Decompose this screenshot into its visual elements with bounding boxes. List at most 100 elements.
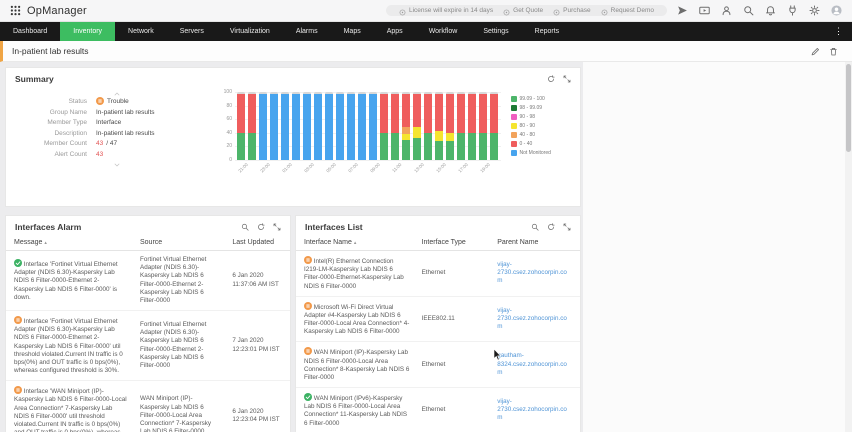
stacked-bar[interactable]	[490, 92, 498, 160]
bar-segment-red	[424, 94, 432, 133]
stacked-bar[interactable]	[424, 92, 432, 160]
alarm-row[interactable]: Interface 'WAN Miniport (IP)-Kaspersky L…	[6, 381, 290, 432]
nav-item-dashboard[interactable]: Dashboard	[0, 22, 60, 41]
severity-trouble-icon	[304, 347, 312, 356]
nav-item-reports[interactable]: Reports	[522, 22, 573, 41]
alarm-updated: 7 Jan 2020 12:23:01 PM IST	[232, 337, 280, 353]
interface-row[interactable]: WAN Miniport (IPv6)-Kaspersky Lab NDIS 6…	[296, 388, 580, 432]
summary-title: Summary	[15, 74, 54, 84]
delete-icon[interactable]	[829, 47, 838, 56]
bar-segment-red	[479, 94, 487, 133]
stacked-bar[interactable]	[380, 92, 388, 160]
edit-icon[interactable]	[811, 47, 820, 56]
chart-x-axis: 21:00 23:00 01:00 03:00 05:00 07:00 09:00 11:00…	[237, 162, 491, 174]
info-circle-icon	[503, 7, 510, 16]
nav-item-alarms[interactable]: Alarms	[283, 22, 331, 41]
stacked-bar[interactable]	[281, 92, 289, 160]
stacked-bar[interactable]	[292, 92, 300, 160]
assist-icon[interactable]	[721, 5, 732, 16]
notice-2[interactable]: Purchase	[548, 7, 595, 16]
stacked-bar[interactable]	[457, 92, 465, 160]
parent-device-link[interactable]: vijay-2730.csez.zohocorpin.com	[497, 307, 567, 330]
interface-row[interactable]: Intel(R) Ethernet Connection I219-LM-Kas…	[296, 251, 580, 297]
stacked-bar[interactable]	[413, 92, 421, 160]
license-notice-group: License will expire in 14 days Get Quote P…	[385, 5, 667, 16]
notice-3[interactable]: Request Demo	[596, 7, 659, 16]
stacked-bar[interactable]	[358, 92, 366, 160]
nav-item-servers[interactable]: Servers	[167, 22, 217, 41]
stacked-bar[interactable]	[237, 92, 245, 160]
column-last-updated[interactable]: Last Updated	[226, 236, 288, 250]
alarm-row[interactable]: Interface 'Fortinet Virtual Ethernet Ada…	[6, 311, 290, 382]
stacked-bar[interactable]	[259, 92, 267, 160]
parent-device-link[interactable]: gautham-8324.csez.zohocorpin.com	[497, 352, 567, 375]
notice-0[interactable]: License will expire in 14 days	[394, 7, 498, 16]
bar-segment-blue	[369, 94, 377, 160]
refresh-icon[interactable]	[547, 75, 555, 83]
stacked-bar[interactable]	[347, 92, 355, 160]
stacked-bar[interactable]	[446, 92, 454, 160]
column-message[interactable]: Message ▴	[8, 236, 134, 250]
stacked-bar[interactable]	[402, 92, 410, 160]
video-icon[interactable]	[699, 5, 710, 16]
column-parent-name[interactable]: Parent Name	[491, 236, 578, 250]
summary-field-status: Status Trouble	[68, 97, 129, 105]
column-source[interactable]: Source	[134, 236, 226, 250]
stacked-bar[interactable]	[248, 92, 256, 160]
nav-item-virtualization[interactable]: Virtualization	[217, 22, 283, 41]
plug-icon[interactable]	[787, 5, 798, 16]
stacked-bar[interactable]	[270, 92, 278, 160]
bar-segment-red	[413, 94, 421, 128]
parent-device-link[interactable]: vijay-2730.csez.zohocorpin.com	[497, 261, 567, 284]
stacked-bar[interactable]	[479, 92, 487, 160]
expand-icon[interactable]	[563, 75, 571, 83]
stacked-bar[interactable]	[369, 92, 377, 160]
apps-grid-icon[interactable]	[10, 5, 21, 16]
severity-trouble-icon	[304, 256, 312, 264]
stacked-bar[interactable]	[314, 92, 322, 160]
parent-device-link[interactable]: vijay-2730.csez.zohocorpin.com	[497, 398, 567, 421]
brand: OpManager	[10, 5, 87, 17]
gear-icon[interactable]	[809, 5, 820, 16]
search-icon[interactable]	[743, 5, 754, 16]
summary-field-description: Description In-patient lab results	[54, 129, 155, 137]
alarm-row[interactable]: Interface 'Fortinet Virtual Ethernet Ada…	[6, 251, 290, 312]
nav-item-workflow[interactable]: Workflow	[416, 22, 471, 41]
collapse-up-icon[interactable]	[14, 90, 220, 97]
avatar-icon[interactable]	[831, 5, 842, 16]
stacked-bar[interactable]	[303, 92, 311, 160]
bar-segment-green	[468, 132, 476, 160]
nav-item-inventory[interactable]: Inventory	[60, 22, 116, 41]
stacked-bar[interactable]	[468, 92, 476, 160]
interface-row[interactable]: Microsoft Wi-Fi Direct Virtual Adapter #…	[296, 297, 580, 343]
vertical-scrollbar[interactable]	[845, 62, 852, 432]
search-icon[interactable]	[531, 223, 539, 231]
refresh-icon[interactable]	[547, 223, 555, 231]
collapse-down-icon[interactable]	[14, 161, 220, 168]
expand-icon[interactable]	[273, 223, 281, 231]
notice-1[interactable]: Get Quote	[498, 7, 548, 16]
nav-item-network[interactable]: Network	[115, 22, 167, 41]
refresh-icon[interactable]	[257, 223, 265, 231]
summary-fields: Status Trouble Group Name In-patient lab…	[8, 88, 220, 176]
bar-segment-yellow	[413, 127, 421, 138]
column-interface-name[interactable]: Interface Name ▴	[298, 236, 416, 250]
stacked-bar[interactable]	[435, 92, 443, 160]
nav-item-settings[interactable]: Settings	[470, 22, 521, 41]
stacked-bar[interactable]	[325, 92, 333, 160]
nav-item-apps[interactable]: Apps	[374, 22, 416, 41]
stacked-bar[interactable]	[336, 92, 344, 160]
expand-icon[interactable]	[563, 223, 571, 231]
bar-segment-red	[446, 94, 454, 133]
rocket-icon[interactable]	[677, 5, 688, 16]
bar-segment-green	[237, 132, 245, 160]
search-icon[interactable]	[241, 223, 249, 231]
nav-item-maps[interactable]: Maps	[331, 22, 374, 41]
bell-icon[interactable]	[765, 5, 776, 16]
nav-more-icon[interactable]: ⋮	[831, 27, 846, 36]
stacked-bar[interactable]	[391, 92, 399, 160]
interface-row[interactable]: WAN Miniport (IP)-Kaspersky Lab NDIS 6 F…	[296, 342, 580, 389]
alarm-updated: 6 Jan 2020 11:37:06 AM IST	[232, 272, 279, 288]
column-interface-type[interactable]: Interface Type	[416, 236, 492, 250]
page-title: In-patient lab results	[12, 46, 89, 56]
